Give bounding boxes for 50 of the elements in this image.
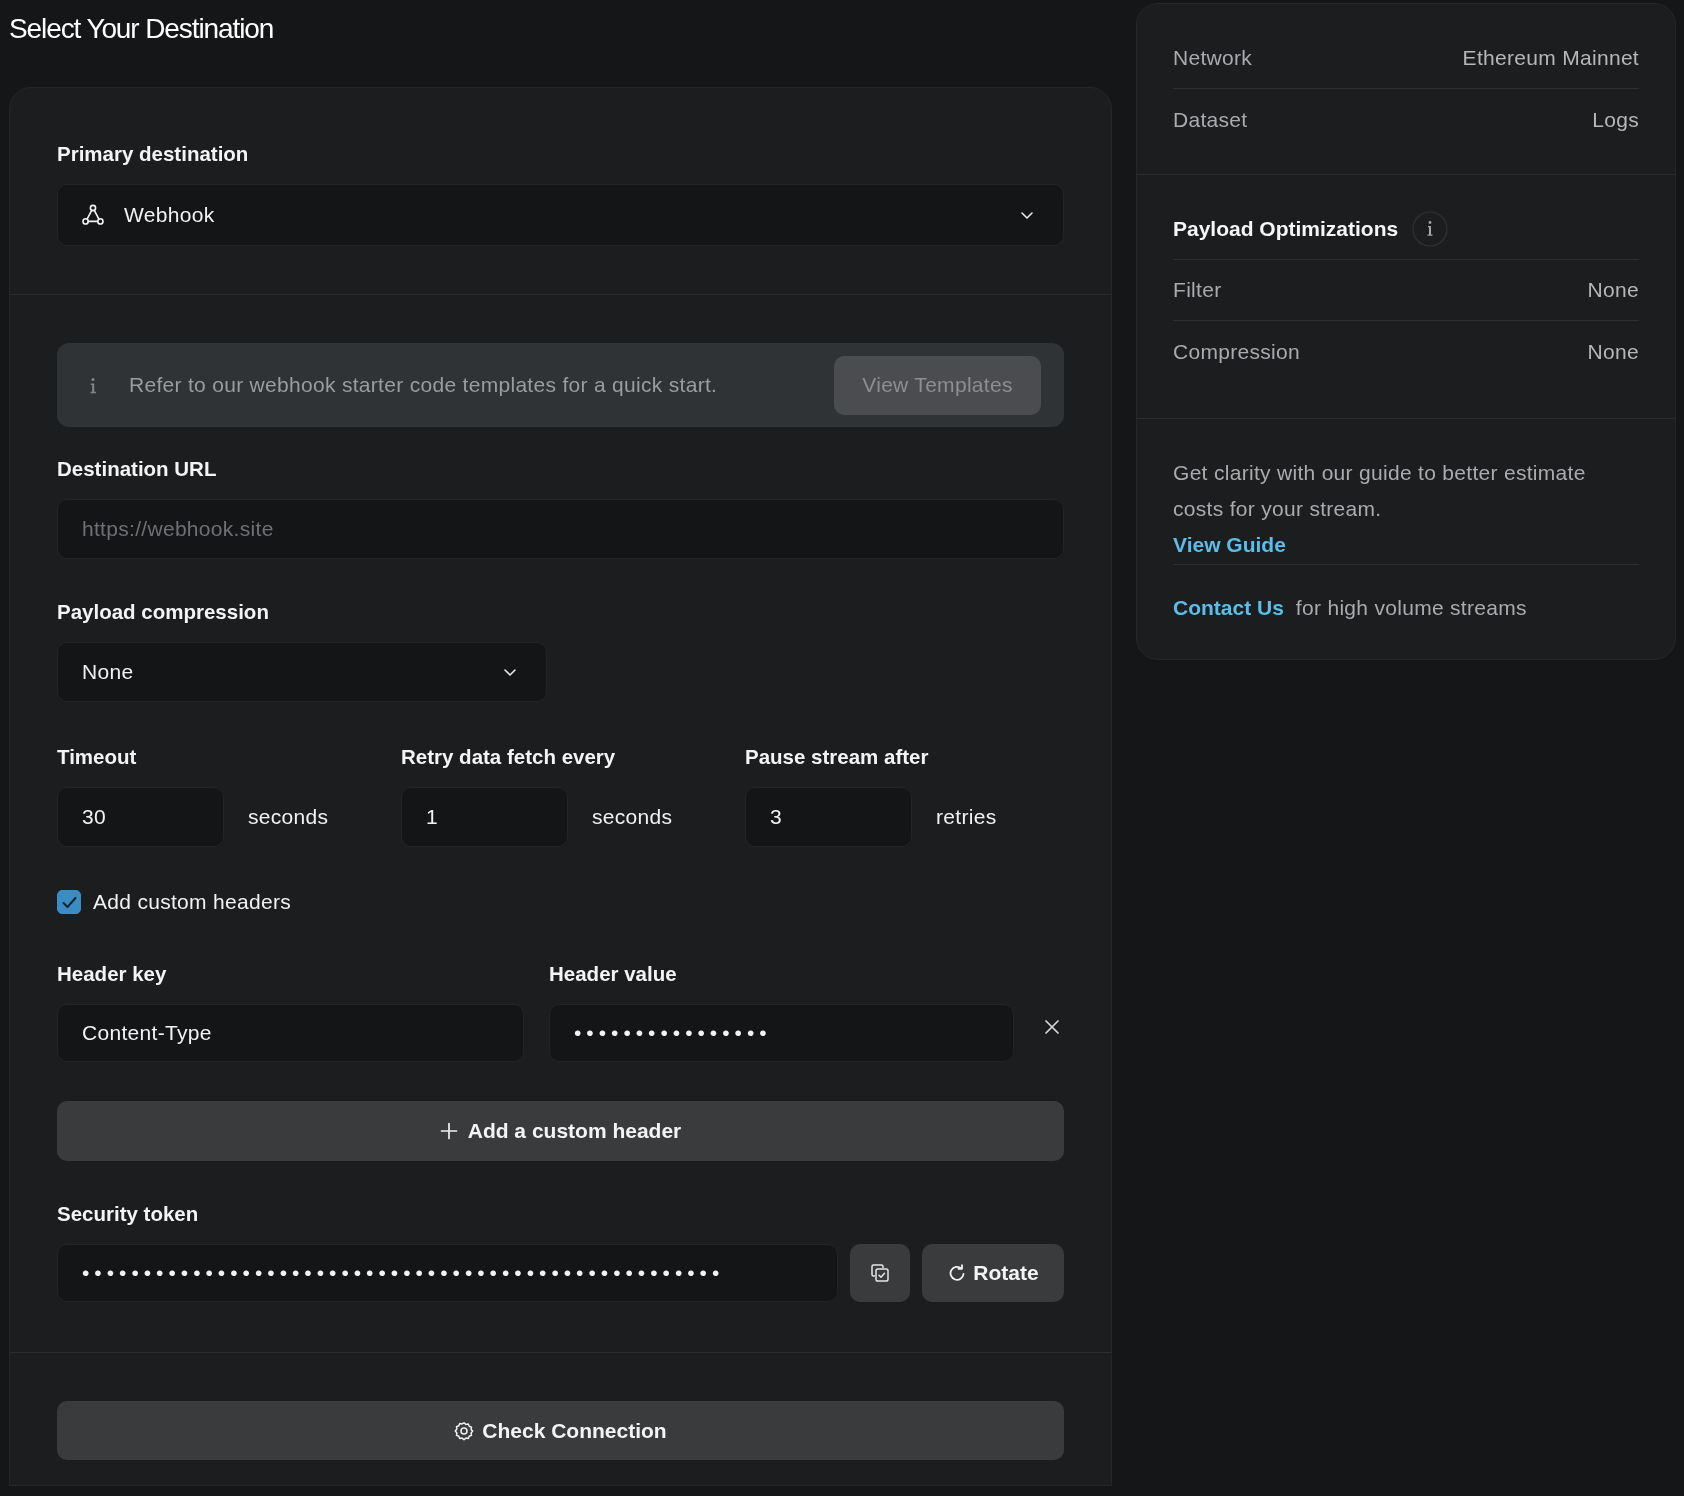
section-title: Payload Optimizations <box>1173 217 1399 241</box>
field-label: Destination URL <box>57 457 217 481</box>
copy-icon <box>870 1263 890 1283</box>
gear-icon <box>454 1420 475 1441</box>
field-label: Payload compression <box>57 600 269 624</box>
checkbox[interactable] <box>57 890 81 914</box>
detail-label: Filter <box>1173 278 1222 302</box>
add-header-button[interactable]: Add a custom header <box>57 1101 1064 1161</box>
info-icon <box>88 376 98 394</box>
detail-label: Compression <box>1173 339 1300 364</box>
destination-select[interactable]: Webhook <box>57 184 1064 246</box>
field-label: Pause stream after <box>745 745 929 769</box>
url-input[interactable]: https://webhook.site <box>57 499 1064 559</box>
unit-label: seconds <box>592 805 673 829</box>
checkbox-label: Add custom headers <box>93 890 291 914</box>
field-label: Primary destination <box>57 142 249 166</box>
connected-nodes-icon <box>81 203 105 227</box>
plus-icon <box>439 1122 458 1140</box>
close-icon[interactable] <box>1043 1019 1060 1035</box>
banner-text: Refer to our webhook starter code templates for a quick start. <box>129 373 718 397</box>
contact-text: for high volume streams <box>1295 595 1527 621</box>
number-input[interactable]: 1 <box>401 787 568 847</box>
info-icon <box>1412 211 1449 247</box>
unit-label: seconds <box>248 805 329 829</box>
token-input[interactable]: •••••••••••••••••••••••••••••••••••••••••••••••••••• <box>57 1244 838 1302</box>
view-guide-link[interactable]: View Guide <box>1173 527 1286 563</box>
field-label: Retry data fetch every <box>401 745 616 769</box>
detail-label: Dataset <box>1173 107 1248 132</box>
compression-select[interactable]: None <box>57 642 547 702</box>
number-input[interactable]: 30 <box>57 787 224 847</box>
header-value-input[interactable]: •••••••••••••••• <box>549 1004 1014 1062</box>
number-input[interactable]: 3 <box>745 787 912 847</box>
page-title: Select Your Destination <box>9 12 274 46</box>
detail-label: Network <box>1173 46 1253 70</box>
field-label: Header key <box>57 962 167 986</box>
check-icon <box>61 895 77 909</box>
rotate-button[interactable]: Rotate <box>922 1244 1064 1302</box>
header-key-input[interactable]: Content-Type <box>57 1004 524 1062</box>
contact-link[interactable]: Contact Us <box>1173 590 1284 626</box>
detail-value: Logs <box>1592 107 1639 132</box>
detail-value: Ethereum Mainnet <box>1462 46 1639 70</box>
field-label: Security token <box>57 1202 199 1226</box>
detail-value: None <box>1587 278 1639 302</box>
detail-value: None <box>1587 339 1639 364</box>
copy-button[interactable] <box>850 1244 910 1302</box>
check-connection-button[interactable]: Check Connection <box>57 1401 1064 1460</box>
field-label: Timeout <box>57 745 137 769</box>
guide-text: Get clarity with our guide to better estimate costs for your stream. <box>1173 460 1587 522</box>
field-label: Header value <box>549 962 677 986</box>
unit-label: retries <box>936 805 997 829</box>
